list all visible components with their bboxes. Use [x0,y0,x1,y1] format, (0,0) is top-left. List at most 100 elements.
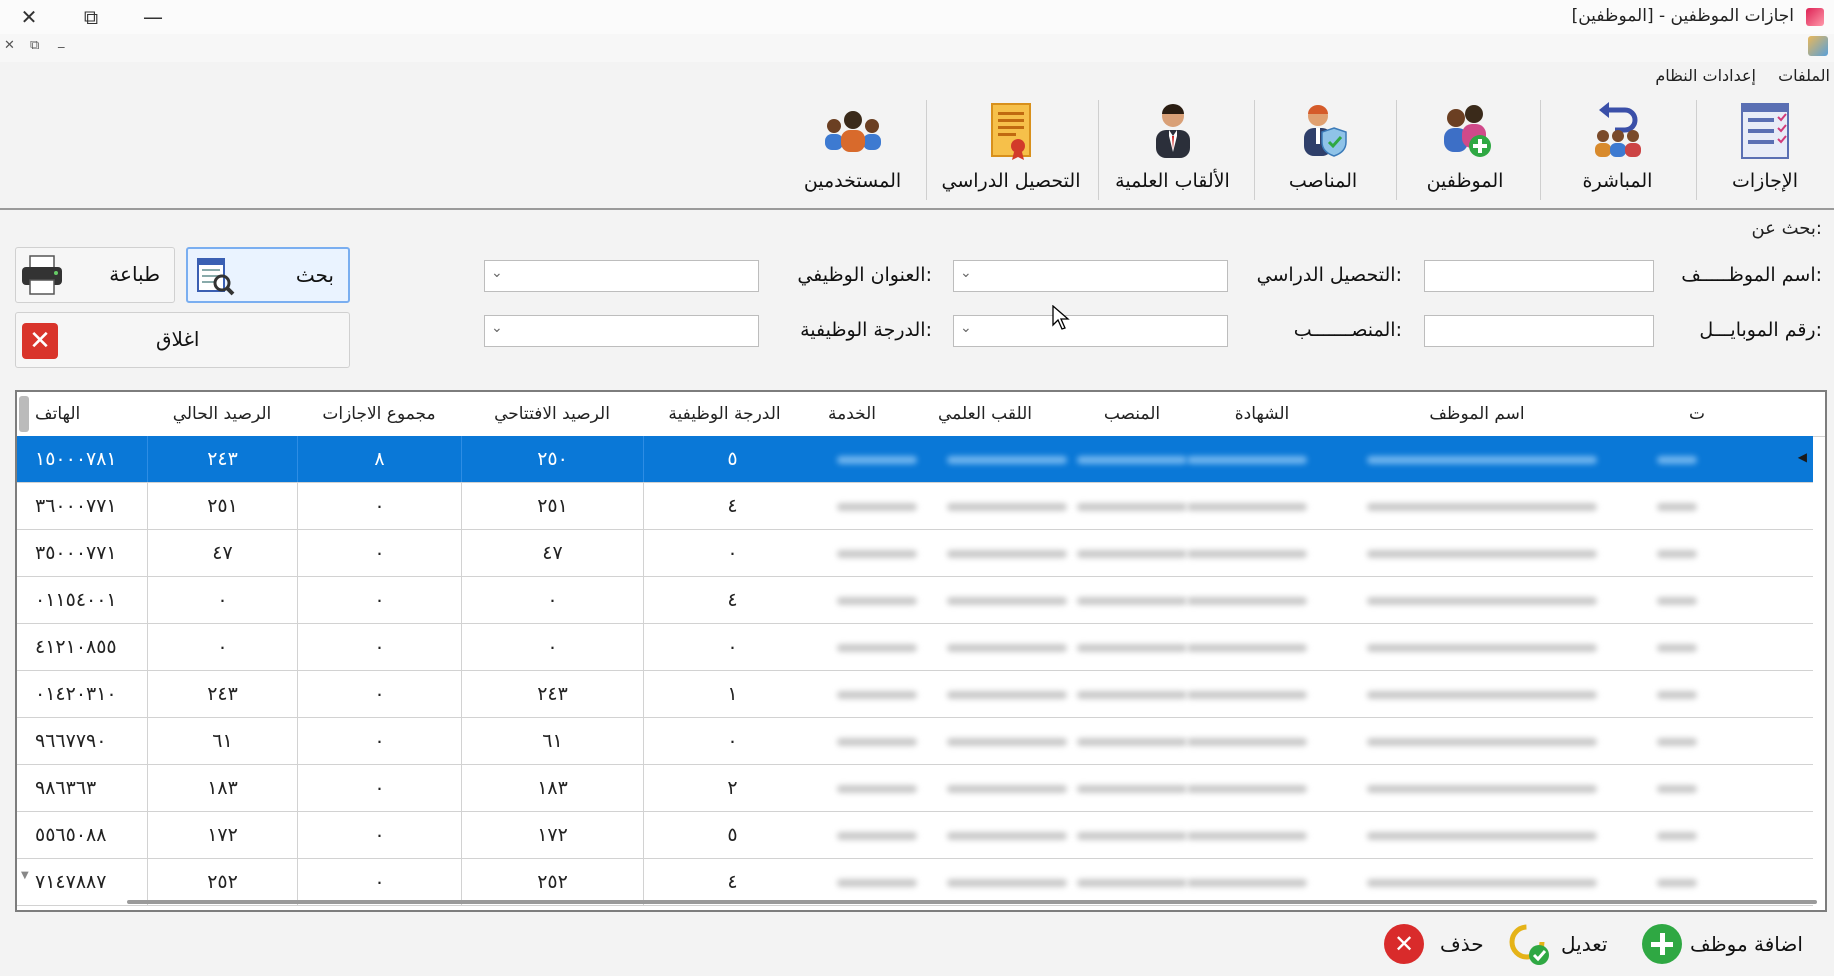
column-header-service[interactable]: الخدمة [797,396,907,432]
mdi-close-button[interactable]: ✕ [4,38,15,53]
close-button[interactable]: ✕ اغلاق [15,312,350,368]
cell-job-grade: ٥ [643,812,821,858]
redacted-text [1367,832,1597,840]
column-header-job-grade[interactable]: الدرجة الوظيفية [642,396,807,432]
position-combo[interactable]: ⌄ [953,315,1228,347]
add-employee-icon [1444,105,1491,157]
redacted-text [1657,597,1697,605]
column-header-position[interactable]: المنصب [1067,396,1197,432]
mobile-input[interactable] [1424,315,1654,347]
cell-phone: ٩٦٦٧٧٩٠ [35,730,107,752]
position-shield-icon [1304,105,1347,157]
table-row[interactable]: ٩٦٦٧٧٩٠ ٦١ ٠ ٦١ ٠ [17,718,1813,765]
column-header-index[interactable]: ت [1597,396,1797,432]
chevron-down-icon: ⌄ [960,320,972,336]
cell-opening-balance: ٢٤٣ [461,671,643,717]
toolbar-users-button[interactable]: المستخدمين [790,92,915,204]
column-header-current-balance[interactable]: الرصيد الحالي [147,396,297,432]
column-header-employee-name[interactable]: اسم الموظف [1352,396,1602,432]
redacted-text [1187,785,1307,793]
redacted-text [1367,597,1597,605]
redacted-text [1077,785,1187,793]
table-row[interactable]: ١٥٠٠٠٧٨١ ٢٤٣ ٨ ٢٥٠ ٥ ◀ [17,436,1813,483]
close-x-icon: ✕ [22,323,58,359]
redacted-text [1077,597,1187,605]
employee-name-label: اسم الموظـــــف: [1681,264,1822,286]
delete-button[interactable]: ✕ حذف [1380,918,1500,970]
redacted-text [837,785,917,793]
table-row[interactable]: ٠١١٥٤٠٠١ ٠ ٠ ٠ ٤ [17,577,1813,624]
add-employee-button[interactable]: اضافة موظف [1640,918,1825,970]
cell-current-balance: ٢٤٣ [147,671,297,717]
cell-phone: ٩٨٦٣٦٣ [35,777,97,799]
edit-button[interactable]: تعديل [1505,918,1635,970]
cell-job-grade: ١ [643,671,821,717]
vertical-scrollbar-thumb[interactable] [19,396,29,432]
print-button[interactable]: طباعة [15,247,175,303]
redacted-text [1077,456,1187,464]
cell-opening-balance: ٦١ [461,718,643,764]
redacted-text [1077,879,1187,887]
toolbar-employees-button[interactable]: الموظفين [1400,92,1530,204]
toolbar-return-button[interactable]: المباشرة [1545,92,1690,204]
chevron-down-icon: ⌄ [491,265,503,281]
table-row[interactable]: ٠١٤٢٠٣١٠ ٢٤٣ ٠ ٢٤٣ ١ [17,671,1813,718]
window-minimize-button[interactable]: — [130,2,176,32]
horizontal-scrollbar[interactable] [127,900,1817,904]
redacted-text [947,456,1067,464]
table-row[interactable]: ٤١٢١٠٨٥٥ ٠ ٠ ٠ ٠ [17,624,1813,671]
menu-system-settings[interactable]: إعدادات النظام [1655,66,1756,85]
redacted-text [837,832,917,840]
employees-grid[interactable]: ت اسم الموظف الشهادة المنصب اللقب العلمي… [15,390,1827,912]
menu-files[interactable]: الملفات [1778,66,1830,85]
mdi-minimize-button[interactable]: _ [58,34,65,49]
checklist-icon [1741,103,1789,159]
scroll-down-icon[interactable]: ▼ [21,870,29,881]
table-row[interactable]: ٥٥٦٥٠٨٨ ١٧٢ ٠ ١٧٢ ٥ [17,812,1813,859]
column-header-opening-balance[interactable]: الرصيد الافتتاحي [461,396,643,432]
menu-bar: الملفات إعدادات النظام [0,62,1834,92]
table-row[interactable]: ٩٨٦٣٦٣ ١٨٣ ٠ ١٨٣ ٢ [17,765,1813,812]
job-grade-combo[interactable]: ⌄ [484,315,759,347]
redacted-text [947,503,1067,511]
redacted-text [1187,879,1307,887]
job-title-label: العنوان الوظيفي: [797,264,932,286]
toolbar-return-label: المباشرة [1582,170,1653,192]
window-restore-button[interactable]: ⧉ [68,2,114,32]
window-close-button[interactable]: ✕ [6,2,52,32]
cell-total-leaves: ٨ [297,436,461,482]
cell-total-leaves: ٠ [297,812,461,858]
cell-total-leaves: ٠ [297,671,461,717]
cell-current-balance: ١٧٢ [147,812,297,858]
toolbar-leaves-button[interactable]: الإجازات [1700,92,1830,204]
employee-name-input[interactable] [1424,260,1654,292]
column-header-academic-title[interactable]: اللقب العلمي [905,396,1065,432]
cell-opening-balance: ٠ [461,577,643,623]
window-title: اجازات الموظفين - [الموظفين] [1571,6,1794,26]
redacted-text [1187,691,1307,699]
redacted-text [947,550,1067,558]
column-header-phone[interactable]: الهاتف [35,396,147,432]
toolbar-positions-button[interactable]: المناصب [1258,92,1388,204]
column-header-total-leaves[interactable]: مجموع الاجازات [297,396,461,432]
redacted-text [1187,644,1307,652]
cell-current-balance: ٠ [147,624,297,670]
redacted-text [1657,785,1697,793]
table-row[interactable]: ٣٥٠٠٠٧٧١ ٤٧ ٠ ٤٧ ٠ [17,530,1813,577]
table-row[interactable]: ٧١٤٧٨٨٧ ٢٥٢ ٠ ٢٥٢ ٤ [17,859,1813,906]
cell-phone: ٣٦٠٠٠٧٧١ [35,495,117,517]
toolbar-academic-titles-button[interactable]: الألقاب العلمية [1100,92,1245,204]
cell-current-balance: ٢٤٣ [147,436,297,482]
mouse-cursor-icon [1052,305,1070,330]
education-combo[interactable]: ⌄ [953,260,1228,292]
toolbar-education-button[interactable]: التحصيل الدراسي [935,92,1087,204]
add-icon [1642,924,1682,964]
redacted-text [837,644,917,652]
cell-job-grade: ٢ [643,765,821,811]
mdi-restore-button[interactable]: ⧉ [30,38,39,53]
cell-job-grade: ٤ [643,859,821,905]
table-row[interactable]: ٣٦٠٠٠٧٧١ ٢٥١ ٠ ٢٥١ ٤ [17,483,1813,530]
job-title-combo[interactable]: ⌄ [484,260,759,292]
column-header-certificate[interactable]: الشهادة [1177,396,1347,432]
search-button[interactable]: بحث [186,247,350,303]
